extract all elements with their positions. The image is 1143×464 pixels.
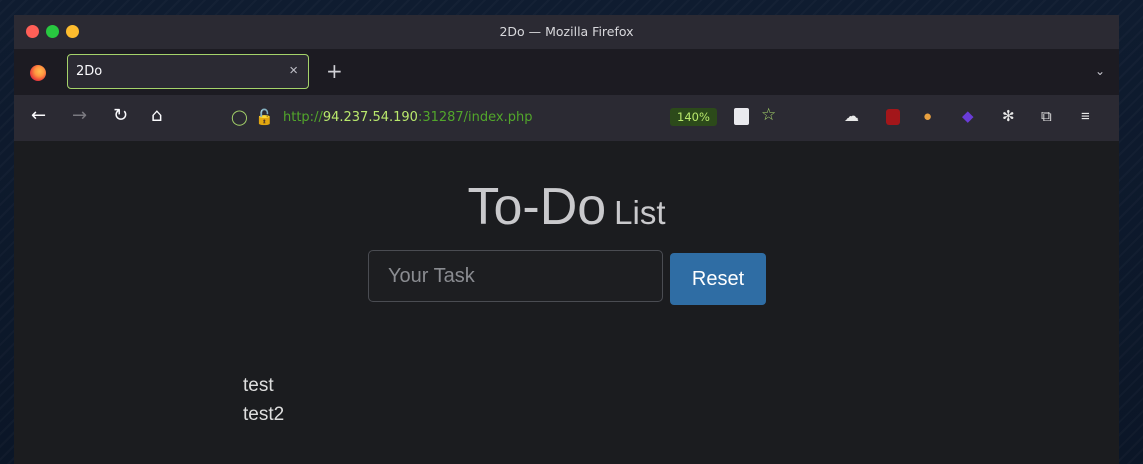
navigation-bar: ← → ↻ ⌂ ◯ 🔓 http://94.237.54.190:31287/i…	[14, 95, 1119, 141]
forward-arrow-icon[interactable]: →	[72, 106, 87, 126]
url-bar[interactable]: ◯ 🔓 http://94.237.54.190:31287/index.php…	[221, 103, 791, 133]
reload-icon[interactable]: ↻	[113, 106, 128, 126]
task-input[interactable]	[368, 250, 663, 302]
tab-label: 2Do	[76, 64, 103, 79]
menu-hamburger-icon[interactable]: ≡	[1081, 108, 1090, 126]
close-tab-icon[interactable]: ×	[289, 62, 298, 79]
chevron-down-icon[interactable]: ⌄	[1095, 64, 1105, 78]
browser-window: 2Do — Mozilla Firefox 2Do × + ⌄ ← → ↻ ⌂ …	[14, 15, 1119, 464]
list-item: test	[243, 375, 274, 396]
extensions-puzzle-icon[interactable]: ⧉	[1041, 108, 1052, 126]
list-item: test2	[243, 404, 285, 425]
page-content: To-DoList Reset test test2	[14, 141, 1119, 464]
page-title-sub: List	[614, 194, 666, 231]
title-bar: 2Do — Mozilla Firefox	[14, 15, 1119, 49]
tab-strip: 2Do × + ⌄	[14, 49, 1119, 95]
url-text[interactable]: http://94.237.54.190:31287/index.php	[283, 110, 533, 125]
home-icon[interactable]: ⌂	[151, 106, 162, 126]
bookmark-star-icon[interactable]: ☆	[761, 105, 776, 125]
back-arrow-icon[interactable]: ←	[31, 106, 46, 126]
new-tab-button[interactable]: +	[326, 59, 343, 83]
window-title: 2Do — Mozilla Firefox	[499, 24, 634, 39]
extension-cloud-icon[interactable]: ☁	[844, 108, 859, 126]
extension-cookie-icon[interactable]: ●	[923, 108, 932, 126]
zoom-level-badge[interactable]: 140%	[670, 108, 717, 126]
reader-view-icon[interactable]	[734, 108, 749, 125]
page-title-main: To-Do	[467, 178, 607, 236]
firefox-logo-icon[interactable]	[30, 65, 46, 81]
tab-2do[interactable]: 2Do ×	[67, 54, 309, 89]
reset-button[interactable]: Reset	[670, 253, 766, 305]
insecure-lock-icon[interactable]: 🔓	[255, 108, 274, 126]
shield-icon[interactable]: ◯	[231, 108, 248, 126]
ublock-origin-icon[interactable]	[886, 109, 900, 125]
cookie-manager-icon[interactable]: ✻	[1002, 108, 1015, 126]
task-list: test test2	[243, 371, 284, 429]
extension-diamond-icon[interactable]: ◆	[962, 108, 974, 126]
page-title: To-Do List	[14, 177, 1119, 237]
